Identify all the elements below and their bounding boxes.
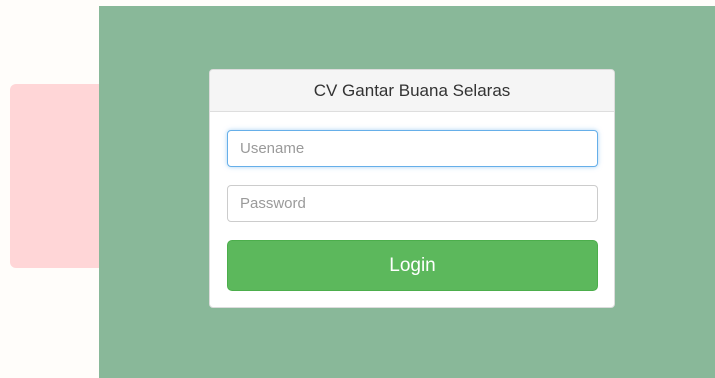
username-input[interactable]	[227, 130, 598, 167]
login-card: CV Gantar Buana Selaras Login	[209, 69, 615, 308]
login-button[interactable]: Login	[227, 240, 598, 291]
login-card-title: CV Gantar Buana Selaras	[210, 70, 614, 112]
password-input[interactable]	[227, 185, 598, 222]
decorative-pink-shape	[10, 84, 99, 268]
